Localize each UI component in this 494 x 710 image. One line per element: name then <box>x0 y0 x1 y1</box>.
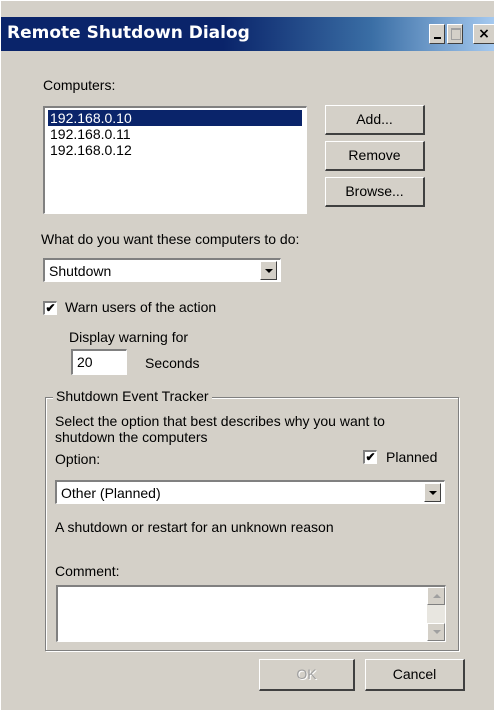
option-select-value: Other (Planned) <box>61 485 161 501</box>
computers-listbox[interactable]: 192.168.0.10 192.168.0.11 192.168.0.12 <box>43 106 307 214</box>
shutdown-event-tracker-legend: Shutdown Event Tracker <box>53 388 212 404</box>
comment-textarea[interactable] <box>56 585 446 642</box>
comment-label: Comment: <box>55 563 120 579</box>
title-bar[interactable]: Remote Shutdown Dialog × <box>1 17 494 51</box>
action-label: What do you want these computers to do: <box>41 231 300 247</box>
planned-label: Planned <box>386 449 438 465</box>
list-item[interactable]: 192.168.0.10 <box>48 110 302 126</box>
reason-description: A shutdown or restart for an unknown rea… <box>55 519 334 535</box>
action-select-dropdown-button[interactable] <box>260 261 277 280</box>
remove-button[interactable]: Remove <box>325 141 425 171</box>
warning-seconds-input[interactable]: 20 <box>71 349 127 375</box>
scroll-up-button[interactable] <box>427 587 445 605</box>
close-icon: × <box>478 26 490 42</box>
seconds-label: Seconds <box>145 355 200 371</box>
scroll-down-button[interactable] <box>427 623 445 641</box>
browse-button[interactable]: Browse... <box>325 177 425 207</box>
list-item[interactable]: 192.168.0.12 <box>48 142 302 158</box>
tracker-description-line2: shutdown the computers <box>55 429 208 445</box>
comment-scrollbar[interactable] <box>427 587 445 641</box>
add-button[interactable]: Add... <box>325 105 425 135</box>
ok-button[interactable]: OK <box>259 659 355 691</box>
check-mark-icon: ✔ <box>45 301 56 315</box>
minimize-icon <box>434 37 441 39</box>
remote-shutdown-dialog: Remote Shutdown Dialog × Computers: 192.… <box>0 0 494 710</box>
window-title: Remote Shutdown Dialog <box>7 23 250 43</box>
planned-checkbox[interactable]: ✔ <box>363 450 377 464</box>
maximize-button <box>447 24 463 44</box>
maximize-icon <box>451 28 461 40</box>
computers-label: Computers: <box>43 77 116 93</box>
warn-users-checkbox[interactable]: ✔ <box>43 301 57 315</box>
option-select-dropdown-button[interactable] <box>424 483 441 502</box>
arrow-down-icon <box>433 630 441 634</box>
option-label: Option: <box>55 451 101 467</box>
list-item[interactable]: 192.168.0.11 <box>48 126 302 142</box>
tracker-description-line1: Select the option that best describes wh… <box>55 413 385 429</box>
option-select[interactable]: Other (Planned) <box>55 480 445 504</box>
warn-users-label: Warn users of the action <box>65 299 217 315</box>
action-select[interactable]: Shutdown <box>43 258 281 282</box>
action-select-value: Shutdown <box>49 263 112 279</box>
close-button[interactable]: × <box>473 24 494 44</box>
chevron-down-icon <box>265 269 273 273</box>
warning-seconds-value: 20 <box>77 354 93 370</box>
display-warning-label: Display warning for <box>69 329 189 345</box>
cancel-button[interactable]: Cancel <box>365 659 465 691</box>
arrow-up-icon <box>433 594 441 598</box>
chevron-down-icon <box>429 491 437 495</box>
minimize-button[interactable] <box>429 24 445 44</box>
check-mark-icon: ✔ <box>365 450 376 464</box>
